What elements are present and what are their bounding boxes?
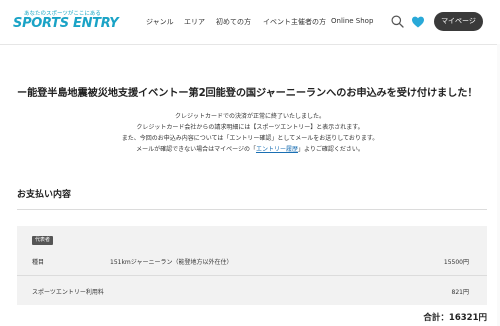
message-check-history-pre: メールが確認できない場合はマイページの「 bbox=[136, 146, 256, 153]
section-divider bbox=[17, 209, 487, 210]
nav-organizers[interactable]: イベント主催者の方 bbox=[263, 17, 326, 27]
total-amount: 合計：16321円 bbox=[423, 313, 487, 323]
fee-label: スポーツエントリー利用料 bbox=[32, 289, 104, 296]
logo-text: SPORTS ENTRY bbox=[13, 16, 119, 31]
item-name: 151kmジャーニーラン（能登地方以外在住） bbox=[110, 259, 233, 266]
row-divider bbox=[17, 275, 487, 276]
item-amount: 15500円 bbox=[443, 259, 469, 266]
message-email-sent: また、今回のお申込み内容については「エントリー確認」としてメールをお送りしており… bbox=[121, 135, 379, 142]
site-logo[interactable]: あなたのスポーツがここにある SPORTS ENTRY bbox=[13, 9, 123, 35]
header-divider bbox=[0, 44, 500, 45]
site-header: あなたのスポーツがここにある SPORTS ENTRY ジャンル エリア 初めて… bbox=[0, 0, 500, 44]
item-label: 種目 bbox=[32, 259, 45, 266]
message-check-history-post: 」よりご確認ください。 bbox=[298, 146, 364, 153]
page-title: ー能登半島地震被災地支援イベントー第2回能登の国ジャーニーランへのお申込みを受け… bbox=[17, 88, 478, 99]
nav-online-shop[interactable]: Online Shop bbox=[331, 17, 373, 25]
search-icon[interactable] bbox=[391, 15, 404, 28]
message-payment-complete: クレジットカードでの決済が正常に終了いたしました。 bbox=[174, 113, 325, 120]
payment-section-title: お支払い内容 bbox=[17, 190, 72, 200]
representative-badge: 代表者 bbox=[32, 236, 54, 245]
nav-area[interactable]: エリア bbox=[184, 17, 205, 27]
heart-icon[interactable] bbox=[411, 15, 425, 29]
nav-genre[interactable]: ジャンル bbox=[146, 17, 174, 27]
nav-first-time[interactable]: 初めての方 bbox=[216, 17, 251, 27]
message-check-history: メールが確認できない場合はマイページの「エントリー履歴」よりご確認ください。 bbox=[0, 144, 500, 153]
message-statement-label: クレジットカード会社からの請求明細には【スポーツエントリー】と表示されます。 bbox=[136, 124, 364, 131]
mypage-button[interactable]: マイページ bbox=[434, 12, 483, 31]
fee-amount: 821円 bbox=[451, 289, 469, 296]
entry-history-link[interactable]: エントリー履歴 bbox=[256, 146, 298, 153]
